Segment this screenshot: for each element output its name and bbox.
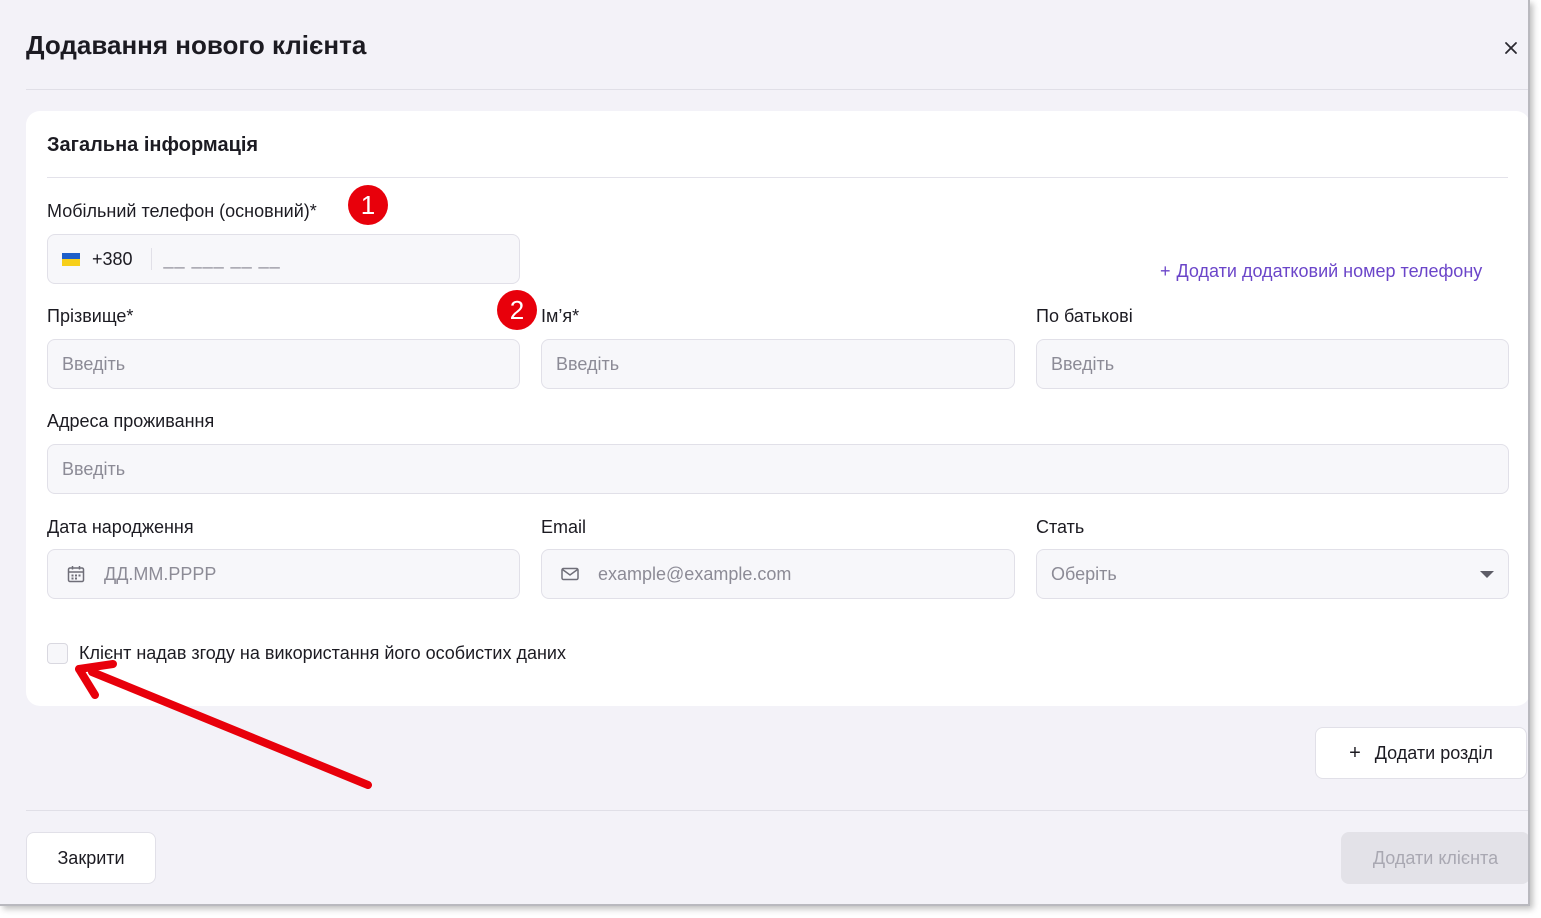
address-label: Адреса проживання	[47, 411, 215, 431]
email-label: Email	[541, 517, 587, 537]
annotation-badge-2: 2	[497, 290, 537, 330]
patronymic-label: По батькові	[1036, 306, 1133, 326]
close-icon[interactable]	[1500, 37, 1522, 59]
email-placeholder: example@example.com	[598, 563, 792, 584]
phone-label: Мобільний телефон (основний)*	[47, 201, 317, 221]
patronymic-input[interactable]: Введіть	[1036, 339, 1509, 389]
gender-placeholder: Оберіть	[1051, 563, 1117, 584]
name-placeholder: Введіть	[556, 353, 620, 374]
add-client-modal: Додавання нового клієнта Загальна інформ…	[0, 0, 1530, 906]
name-label: Ім’я*	[541, 306, 580, 326]
phone-input[interactable]: +380 __ ___ __ __	[47, 234, 520, 284]
plus-icon: +	[1160, 261, 1171, 281]
phone-separator	[150, 248, 152, 270]
calendar-icon	[66, 564, 86, 584]
consent-label: Клієнт надав згоду на використання його …	[79, 643, 566, 663]
chevron-down-icon	[1480, 571, 1494, 578]
plus-icon: +	[1349, 741, 1361, 764]
surname-placeholder: Введіть	[62, 353, 126, 374]
add-extra-phone-label: Додати додатковий номер телефону	[1176, 261, 1483, 281]
gender-label: Стать	[1036, 517, 1085, 537]
patronymic-placeholder: Введіть	[1051, 353, 1115, 374]
birthdate-label: Дата народження	[47, 517, 194, 537]
surname-input[interactable]: Введіть	[47, 339, 520, 389]
name-input[interactable]: Введіть	[541, 339, 1015, 389]
add-client-button: Додати клієнта	[1341, 832, 1528, 884]
general-info-card: Загальна інформація Мобільний телефон (о…	[26, 111, 1528, 706]
birthdate-input[interactable]: ДД.ММ.РРРР	[47, 549, 520, 599]
ukraine-flag-icon	[62, 252, 80, 266]
birthdate-placeholder: ДД.ММ.РРРР	[104, 563, 217, 584]
add-section-label: Додати розділ	[1374, 742, 1493, 763]
footer-divider	[26, 810, 1528, 811]
section-title: Загальна інформація	[47, 134, 259, 156]
consent-checkbox[interactable]	[47, 643, 68, 664]
annotation-badge-1: 1	[348, 185, 388, 225]
address-placeholder: Введіть	[62, 458, 126, 479]
close-button[interactable]: Закрити	[26, 832, 156, 884]
add-extra-phone-link[interactable]: + Додати додатковий номер телефону	[1160, 261, 1482, 282]
address-input[interactable]: Введіть	[47, 444, 1509, 494]
modal-title: Додавання нового клієнта	[26, 30, 367, 60]
phone-mask: __ ___ __ __	[163, 248, 281, 269]
surname-label: Прізвище*	[47, 306, 134, 326]
add-section-button[interactable]: + Додати розділ	[1315, 727, 1527, 779]
email-input[interactable]: example@example.com	[541, 549, 1015, 599]
envelope-icon	[560, 564, 580, 584]
country-code: +380	[92, 248, 133, 269]
gender-select[interactable]: Оберіть	[1036, 549, 1509, 599]
section-divider	[47, 177, 1508, 178]
header-divider	[26, 89, 1528, 90]
